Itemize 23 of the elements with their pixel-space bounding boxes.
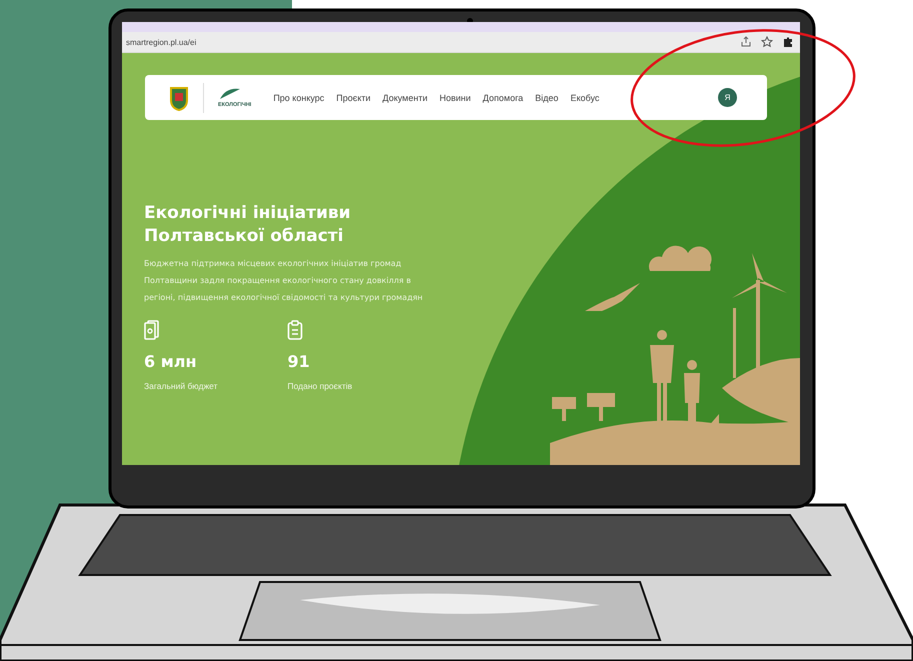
stat-label: Загальний бюджет [144,381,218,391]
coat-of-arms-icon [169,84,189,110]
stat-value: 6 млн [144,352,197,371]
user-avatar-button[interactable]: Я [718,88,737,107]
clipboard-icon [287,320,304,340]
nav-link[interactable]: Проєкти [336,92,371,102]
nav-link[interactable]: Екобус [570,92,600,102]
url-text: smartregion.pl.ua/ei [126,38,196,46]
nav-link[interactable]: Документи [382,92,428,102]
star-icon[interactable] [761,36,773,48]
nav-link[interactable]: Новини [439,92,471,102]
nav-link[interactable]: Відео [535,92,558,102]
address-bar[interactable]: smartregion.pl.ua/ei [122,32,800,53]
stat-value: 91 [287,352,310,371]
hero-description: Бюджетна підтримка місцевих екологічних ініціатив громад Полтавщини задля покращення екологічного стану довкілля в регіоні, підвищення екологічної свідомості та культури громадян [144,258,424,304]
nav-link[interactable]: Допомога [482,92,524,102]
leaf-logo-icon [218,87,242,101]
stat-label: Подано проєктів [287,381,352,391]
banknotes-icon [144,320,160,340]
hero-title: Екологічні ініціативи Полтавської області [144,202,352,248]
share-icon[interactable] [740,36,752,48]
puzzle-icon[interactable] [782,36,794,48]
nav-link[interactable]: Про конкурс [273,92,324,102]
